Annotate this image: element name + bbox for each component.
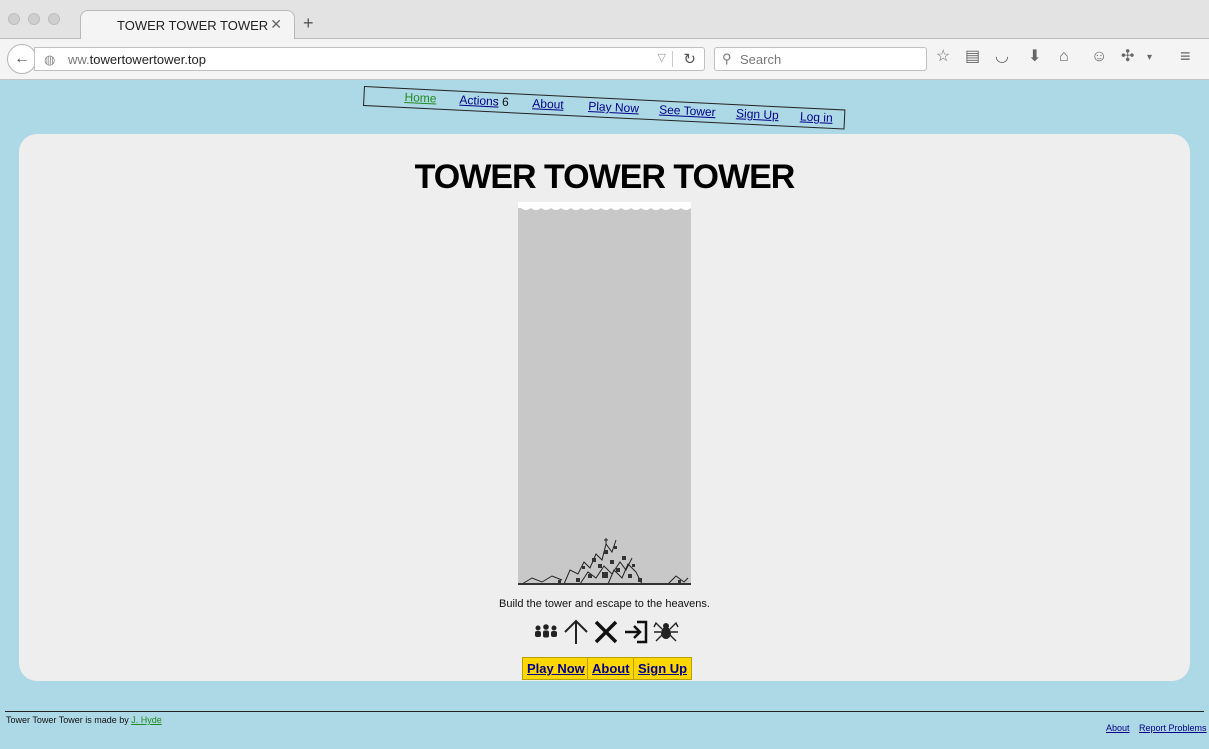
reading-list-icon[interactable]: ▤: [965, 49, 980, 65]
pocket-icon[interactable]: ◡: [995, 49, 1009, 65]
url-dropdown-icon[interactable]: ▽: [658, 51, 666, 64]
footer-report-link[interactable]: Report Problems: [1139, 723, 1207, 733]
new-tab-button[interactable]: +: [303, 14, 314, 32]
footer-credit: Tower Tower Tower is made by J. Hyde: [6, 715, 162, 725]
tower-preview[interactable]: [518, 202, 691, 585]
people-icon[interactable]: [532, 617, 560, 647]
browser-tab[interactable]: TOWER TOWER TOWER ✕: [80, 10, 295, 40]
back-button[interactable]: ←: [7, 44, 37, 74]
reload-icon[interactable]: ↻: [683, 50, 696, 68]
browser-tab-bar: TOWER TOWER TOWER ✕ +: [0, 0, 1209, 40]
enter-icon[interactable]: [622, 617, 650, 647]
top-navigation: Home Actions : 6 About Play Now See Towe…: [363, 86, 846, 130]
about-button[interactable]: About: [587, 657, 635, 680]
search-input[interactable]: Search: [740, 52, 781, 67]
action-icons: [532, 617, 682, 647]
bookmark-star-icon[interactable]: ☆: [936, 49, 950, 65]
up-arrow-icon[interactable]: [562, 617, 590, 647]
url-separator: [672, 51, 673, 67]
nav-sign-up[interactable]: Sign Up: [736, 106, 779, 122]
footer-divider: [5, 711, 1204, 712]
nav-play-now[interactable]: Play Now: [588, 99, 639, 115]
zoom-window-button[interactable]: [48, 13, 60, 25]
search-box[interactable]: ⚲ Search: [714, 47, 927, 71]
actions-count: : 6: [495, 94, 510, 110]
address-text[interactable]: ww.towertowertower.top: [68, 52, 206, 67]
nav-log-in[interactable]: Log in: [800, 109, 833, 125]
tower-drawing: [518, 202, 691, 585]
minimize-window-button[interactable]: [28, 13, 40, 25]
tab-title: TOWER TOWER TOWER: [117, 18, 269, 33]
globe-icon: ◍: [44, 52, 56, 67]
play-now-button[interactable]: Play Now: [522, 657, 590, 680]
footer-about-link[interactable]: About: [1106, 723, 1130, 733]
close-window-button[interactable]: [8, 13, 20, 25]
author-link[interactable]: J. Hyde: [131, 715, 162, 725]
cta-buttons: Play Now About Sign Up: [522, 657, 693, 681]
nav-actions[interactable]: Actions: [459, 93, 499, 109]
smiley-icon[interactable]: ☺: [1091, 49, 1107, 65]
cross-icon[interactable]: [592, 617, 620, 647]
tab-close-icon[interactable]: ✕: [270, 16, 282, 33]
spider-icon[interactable]: [652, 617, 680, 647]
main-panel: TOWER TOWER TOWER Build the tower and es…: [19, 134, 1190, 681]
home-icon[interactable]: ⌂: [1059, 49, 1069, 65]
extension-dropdown-icon[interactable]: ▾: [1147, 53, 1152, 63]
nav-about[interactable]: About: [532, 96, 564, 112]
hamburger-menu-icon[interactable]: ≡: [1180, 47, 1191, 65]
sign-up-button[interactable]: Sign Up: [633, 657, 693, 680]
download-icon[interactable]: ⬇: [1028, 49, 1041, 65]
nav-see-tower[interactable]: See Tower: [659, 102, 716, 119]
search-icon: ⚲: [722, 51, 732, 66]
extension-icon[interactable]: ✣: [1121, 49, 1134, 65]
back-arrow-icon: ←: [14, 50, 30, 67]
browser-toolbar: ← ◍ ww.towertowertower.top ▽ ↻ ⚲ Search …: [0, 39, 1209, 80]
nav-home[interactable]: Home: [404, 90, 437, 106]
tagline: Build the tower and escape to the heaven…: [499, 598, 710, 610]
page-title: TOWER TOWER TOWER: [414, 158, 796, 196]
address-bar[interactable]: ◍ ww.towertowertower.top ▽ ↻: [34, 47, 705, 71]
